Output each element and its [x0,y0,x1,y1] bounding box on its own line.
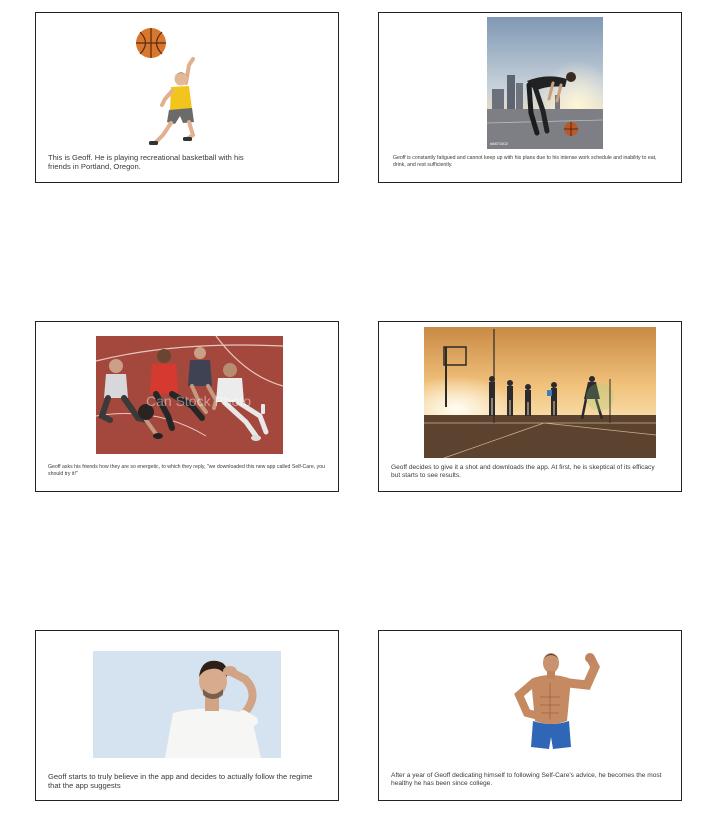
slide-3-watermark: Can Stock Photo [146,393,251,409]
slide-4: Geoff decides to give it a shot and down… [378,321,682,492]
slide-5-photo [93,651,281,758]
slide-3-caption: Geoff asks his friends how they are so e… [48,464,326,477]
man-jumping-with-basketball-image [136,28,196,145]
slide-3: Can Stock Photo Geoff asks his friends h… [35,321,339,492]
slide-3-photo: Can Stock Photo [96,336,283,454]
slide-4-photo [424,327,656,458]
slide-4-caption: Geoff decides to give it a shot and down… [391,464,655,479]
slide-1: This is Geoff. He is playing recreationa… [35,12,339,183]
slide-5: Geoff starts to truly believe in the app… [35,630,339,801]
slide-5-caption: Geoff starts to truly believe in the app… [48,772,313,790]
slide-1-caption: This is Geoff. He is playing recreationa… [48,153,244,171]
slide-2-watermark: #6871502 [490,141,509,146]
friends-resting-on-court-image: Can Stock Photo [96,336,283,454]
slide-2-caption: Geoff is constantly fatigued and cannot … [393,155,657,168]
muscular-man-flexing-image [514,653,600,749]
silhouette-basketball-game-at-sunset-image [424,327,656,458]
slide-6-photo [495,649,605,759]
slide-6: After a year of Geoff dedicating himself… [378,630,682,801]
slide-1-photo [131,23,211,155]
slide-6-caption: After a year of Geoff dedicating himself… [391,772,662,787]
tired-man-on-court-at-sunset-image: #6871502 [487,17,603,149]
slide-2-photo: #6871502 [487,17,603,149]
thinking-man-scratching-head-image [93,651,281,758]
slide-2: #6871502 Geoff is constantly fatigued an… [378,12,682,183]
